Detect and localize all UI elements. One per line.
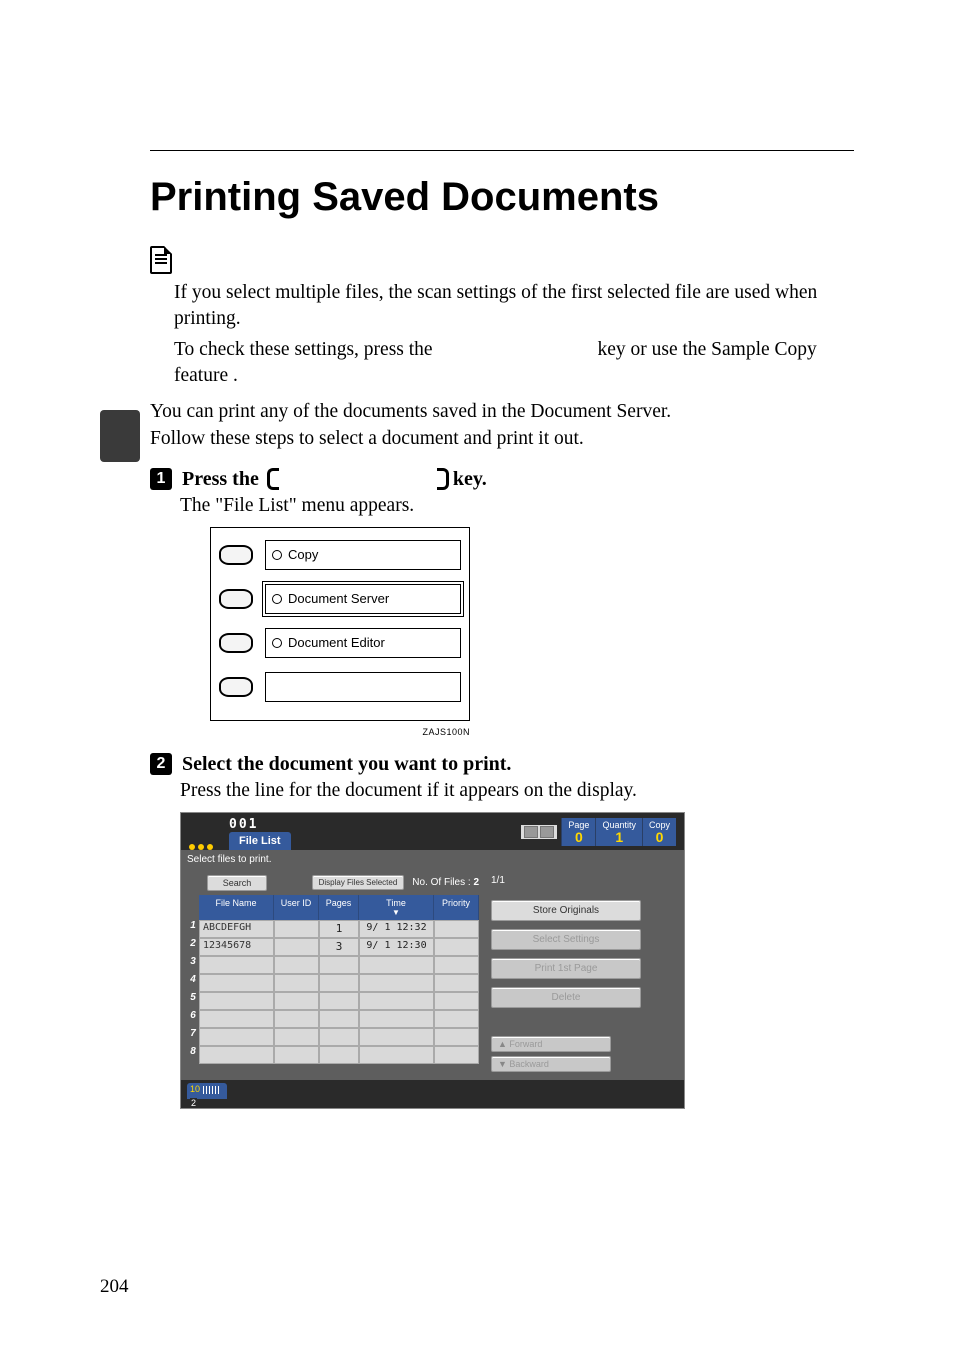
- step-1-post: key.: [453, 468, 487, 491]
- screen-hint: Select files to print.: [187, 854, 678, 865]
- header-priority[interactable]: Priority: [434, 895, 479, 920]
- bracket-left-icon: [267, 468, 279, 490]
- intro-2: Follow these steps to select a document …: [150, 426, 854, 452]
- step-1-number-icon: 1: [150, 468, 172, 490]
- step-2-number-icon: 2: [150, 753, 172, 775]
- hard-button-icon[interactable]: [219, 545, 253, 565]
- table-row[interactable]: 3: [187, 956, 479, 974]
- orientation-icons[interactable]: [521, 825, 557, 839]
- led-icon: [272, 594, 282, 604]
- important-line-2: To check these settings, press the key o…: [174, 337, 854, 390]
- hard-button-icon[interactable]: [219, 633, 253, 653]
- step-1: 1 Press the key.: [150, 468, 854, 491]
- table-row[interactable]: 4: [187, 974, 479, 992]
- store-originals-button[interactable]: Store Originals: [491, 900, 641, 921]
- table-body: 1ABCDEFGH19/ 1 12:3221234567839/ 1 12:30…: [187, 920, 479, 1064]
- bracket-right-icon: [437, 468, 449, 490]
- important-line-1: If you select multiple files, the scan s…: [174, 280, 854, 333]
- mode-row-blank[interactable]: [219, 672, 461, 702]
- mode-row-document-editor[interactable]: Document Editor: [219, 628, 461, 658]
- table-row[interactable]: 1ABCDEFGH19/ 1 12:32: [187, 920, 479, 938]
- step-1-pre: Press the: [182, 468, 259, 491]
- screen-stats: Page0 Quantity1 Copy0: [521, 818, 676, 850]
- pin-indicator: [189, 844, 213, 850]
- mode-docserver-label: Document Server: [288, 591, 389, 606]
- step-1-sub: The "File List" menu appears.: [180, 495, 854, 517]
- file-list-screen: 001 File List Page0 Quantity1 Copy0 Sele…: [180, 812, 685, 1109]
- led-icon: [272, 550, 282, 560]
- search-button[interactable]: Search: [207, 875, 267, 891]
- footer-tab-icon[interactable]: 2: [187, 1083, 227, 1099]
- step-2-text: Select the document you want to print.: [182, 753, 511, 776]
- number-of-files: No. Of Files : 2: [412, 877, 479, 888]
- imp2-pre: To check these settings, press the: [174, 339, 437, 360]
- hard-button-icon[interactable]: [219, 589, 253, 609]
- hard-button-icon[interactable]: [219, 677, 253, 697]
- mode-row-document-server[interactable]: Document Server: [219, 584, 461, 614]
- table-row[interactable]: 5: [187, 992, 479, 1010]
- section-tab: [100, 410, 140, 462]
- mode-doceditor-label: Document Editor: [288, 635, 385, 650]
- mode-copy-label: Copy: [288, 547, 318, 562]
- table-row[interactable]: 7: [187, 1028, 479, 1046]
- table-header: File Name User ID Pages Time Priority: [187, 895, 479, 920]
- print-first-page-button[interactable]: Print 1st Page: [491, 958, 641, 979]
- mode-panel-figure: Copy Document Server Document Editor ZAJ…: [210, 527, 470, 737]
- header-userid[interactable]: User ID: [274, 895, 319, 920]
- rule-top: [150, 150, 854, 151]
- page-fraction: 1/1: [491, 875, 678, 886]
- display-files-selected-button[interactable]: Display Files Selected: [312, 875, 405, 890]
- header-filename[interactable]: File Name: [199, 895, 274, 920]
- header-time[interactable]: Time: [359, 895, 434, 920]
- screen-tab-filelist[interactable]: File List: [229, 832, 291, 850]
- forward-button[interactable]: Forward: [491, 1036, 611, 1052]
- table-row[interactable]: 8: [187, 1046, 479, 1064]
- header-pages[interactable]: Pages: [319, 895, 359, 920]
- table-row[interactable]: 6: [187, 1010, 479, 1028]
- led-icon: [272, 638, 282, 648]
- figure-caption: ZAJS100N: [210, 727, 470, 737]
- step-2: 2 Select the document you want to print.: [150, 753, 854, 776]
- backward-button[interactable]: Backward: [491, 1056, 611, 1072]
- select-settings-button[interactable]: Select Settings: [491, 929, 641, 950]
- delete-button[interactable]: Delete: [491, 987, 641, 1008]
- mode-row-copy[interactable]: Copy: [219, 540, 461, 570]
- page-title: Printing Saved Documents: [150, 175, 854, 220]
- page-number: 204: [100, 1276, 129, 1298]
- step-2-sub: Press the line for the document if it ap…: [180, 780, 854, 802]
- pin-number: 001: [229, 817, 291, 832]
- intro-1: You can print any of the documents saved…: [150, 399, 854, 425]
- table-row[interactable]: 21234567839/ 1 12:30: [187, 938, 479, 956]
- important-icon: [150, 246, 172, 274]
